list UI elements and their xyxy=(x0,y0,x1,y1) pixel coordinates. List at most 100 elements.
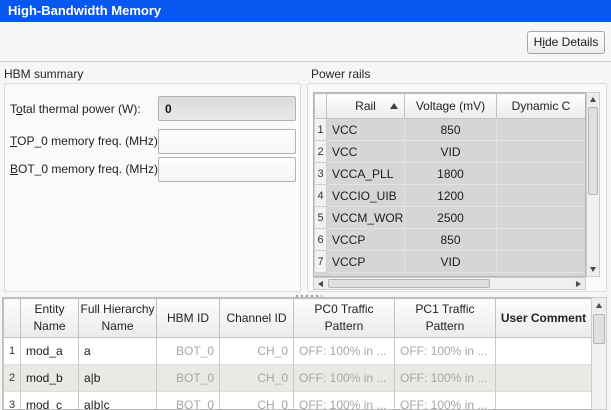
rail-cell[interactable]: VCCA_PLL xyxy=(327,163,405,185)
corner-header-cell xyxy=(315,94,327,119)
row-number-cell[interactable]: 3 xyxy=(4,392,21,410)
channel-id-cell[interactable]: CH_0 xyxy=(220,338,294,365)
row-number-cell[interactable]: 2 xyxy=(315,141,327,163)
voltage-cell[interactable]: VID xyxy=(405,141,497,163)
label-post: de Details xyxy=(545,35,598,49)
scroll-up-button[interactable] xyxy=(587,93,599,106)
row-number-cell[interactable]: 5 xyxy=(315,207,327,229)
hbm-id-cell[interactable]: BOT_0 xyxy=(157,338,220,365)
voltage-column-header[interactable]: Voltage (mV) xyxy=(405,94,497,119)
voltage-cell[interactable]: 1200 xyxy=(405,185,497,207)
dynamic-current-cell[interactable] xyxy=(497,163,586,185)
voltage-cell[interactable]: 1800 xyxy=(405,163,497,185)
pc1-traffic-pattern-column-header[interactable]: PC1 TrafficPattern xyxy=(395,299,496,338)
row-number-cell[interactable]: 4 xyxy=(315,185,327,207)
pc0-traffic-pattern-column-header[interactable]: PC0 TrafficPattern xyxy=(294,299,395,338)
scrollbar-thumb[interactable] xyxy=(328,279,490,288)
rail-cell[interactable]: VCC xyxy=(327,141,405,163)
header-line: HBM ID xyxy=(157,310,219,327)
full-hierarchy-name-column-header[interactable]: Full HierarchyName xyxy=(79,299,157,338)
row-number-cell[interactable]: 1 xyxy=(4,338,21,365)
arrow-left-icon xyxy=(318,281,323,287)
label-post: tal thermal power (W): xyxy=(23,102,141,116)
bot0-memory-freq-label: BOT_0 memory freq. (MHz): xyxy=(10,157,161,182)
rail-cell[interactable]: VCCP xyxy=(327,251,405,273)
scrollbar-thumb[interactable] xyxy=(593,314,605,344)
scroll-left-button[interactable] xyxy=(314,278,327,289)
scroll-right-button[interactable] xyxy=(572,278,585,289)
user-comment-cell[interactable] xyxy=(496,392,592,410)
user-comment-cell[interactable] xyxy=(496,365,592,392)
label-mnemonic: o xyxy=(16,102,23,116)
user-comment-column-header[interactable]: User Comment xyxy=(496,299,592,338)
entity-name-cell[interactable]: mod_b xyxy=(21,365,79,392)
voltage-cell[interactable]: 850 xyxy=(405,229,497,251)
rail-cell[interactable]: VCC xyxy=(327,119,405,141)
label-post: OT_0 memory freq. (MHz): xyxy=(18,162,161,176)
row-number-cell[interactable]: 3 xyxy=(315,163,327,185)
row-number-cell[interactable]: 6 xyxy=(315,229,327,251)
header-line: Entity xyxy=(21,301,78,318)
pc1-traffic-cell[interactable]: OFF: 100% in ... xyxy=(395,392,496,410)
rail-cell[interactable]: VCCIO_UIB xyxy=(327,185,405,207)
arrow-up-icon xyxy=(590,97,596,102)
entity-name-cell[interactable]: mod_c xyxy=(21,392,79,410)
bot0-memory-freq-field[interactable] xyxy=(158,157,296,182)
top0-memory-freq-field[interactable] xyxy=(158,129,296,154)
user-comment-cell[interactable] xyxy=(496,338,592,365)
panel-title: High-Bandwidth Memory xyxy=(0,0,611,22)
power-rails-vertical-scrollbar[interactable] xyxy=(586,92,600,277)
power-rails-horizontal-scrollbar[interactable] xyxy=(313,277,586,290)
voltage-cell[interactable]: 2500 xyxy=(405,207,497,229)
hierarchy-name-cell[interactable]: a|b xyxy=(79,365,157,392)
arrow-up-icon xyxy=(596,303,602,308)
dynamic-current-cell[interactable] xyxy=(497,119,586,141)
hbm-id-column-header[interactable]: HBM ID xyxy=(157,299,220,338)
dynamic-current-cell[interactable] xyxy=(497,229,586,251)
pc0-traffic-cell[interactable]: OFF: 100% in ... xyxy=(294,365,395,392)
pc0-traffic-cell[interactable]: OFF: 100% in ... xyxy=(294,338,395,365)
rail-column-header[interactable]: Rail xyxy=(327,94,405,119)
voltage-cell[interactable]: 850 xyxy=(405,119,497,141)
pc0-traffic-cell[interactable]: OFF: 100% in ... xyxy=(294,392,395,410)
voltage-cell[interactable]: VID xyxy=(405,251,497,273)
rail-cell[interactable]: VCCM_WORD xyxy=(327,207,405,229)
hierarchy-name-cell[interactable]: a|b|c xyxy=(79,392,157,410)
channel-id-column-header[interactable]: Channel ID xyxy=(220,299,294,338)
top0-memory-freq-label: TOP_0 memory freq. (MHz): xyxy=(10,129,161,154)
arrow-right-icon xyxy=(576,281,581,287)
entity-name-cell[interactable]: mod_a xyxy=(21,338,79,365)
row-number-cell[interactable]: 7 xyxy=(315,251,327,273)
hierarchy-name-cell[interactable]: a xyxy=(79,338,157,365)
scroll-down-button[interactable] xyxy=(587,263,599,276)
dynamic-current-cell[interactable] xyxy=(497,141,586,163)
corner-header-cell xyxy=(4,299,21,338)
dynamic-current-cell[interactable] xyxy=(497,185,586,207)
row-number-cell[interactable]: 2 xyxy=(4,365,21,392)
entity-table-header-row: EntityName Full HierarchyName HBM ID Cha… xyxy=(4,299,592,338)
hbm-id-cell[interactable]: BOT_0 xyxy=(157,365,220,392)
rail-cell[interactable]: VCCP xyxy=(327,229,405,251)
power-rail-row: 3 VCCA_PLL 1800 xyxy=(315,163,586,185)
power-rail-row: 1 VCC 850 xyxy=(315,119,586,141)
channel-id-cell[interactable]: CH_0 xyxy=(220,365,294,392)
entity-table-vertical-scrollbar[interactable] xyxy=(591,297,607,410)
hbm-summary-group-label: HBM summary xyxy=(4,67,83,81)
power-rail-row: 7 VCCP VID xyxy=(315,251,586,273)
entity-row: 2 mod_b a|b BOT_0 CH_0 OFF: 100% in ... … xyxy=(4,365,592,392)
scrollbar-thumb[interactable] xyxy=(588,107,598,195)
dynamic-current-cell[interactable] xyxy=(497,207,586,229)
entity-name-column-header[interactable]: EntityName xyxy=(21,299,79,338)
dynamic-current-cell[interactable] xyxy=(497,251,586,273)
header-label: Rail xyxy=(355,99,376,113)
pc1-traffic-cell[interactable]: OFF: 100% in ... xyxy=(395,338,496,365)
pc1-traffic-cell[interactable]: OFF: 100% in ... xyxy=(395,365,496,392)
row-number-cell[interactable]: 1 xyxy=(315,119,327,141)
power-rail-row: 4 VCCIO_UIB 1200 xyxy=(315,185,586,207)
hbm-id-cell[interactable]: BOT_0 xyxy=(157,392,220,410)
scroll-up-button[interactable] xyxy=(592,298,606,313)
hide-details-button[interactable]: Hide Details xyxy=(527,31,605,54)
dynamic-current-column-header[interactable]: Dynamic C xyxy=(497,94,586,119)
channel-id-cell[interactable]: CH_0 xyxy=(220,392,294,410)
total-thermal-power-label: Total thermal power (W): xyxy=(10,96,141,122)
